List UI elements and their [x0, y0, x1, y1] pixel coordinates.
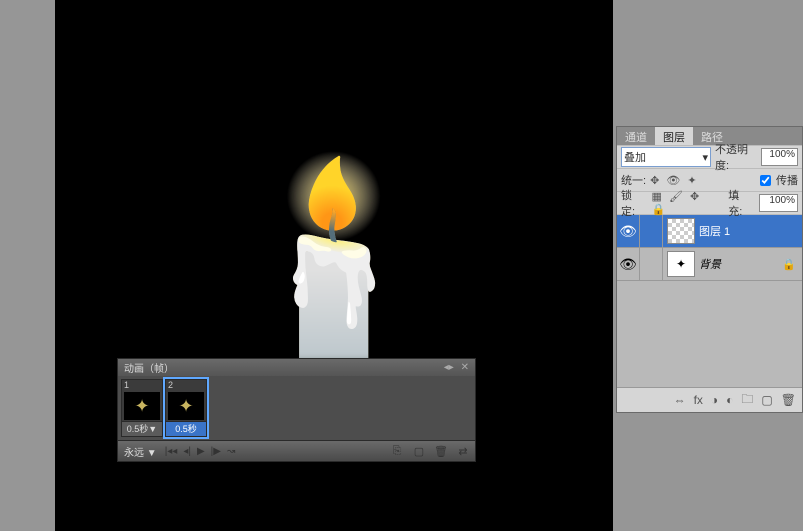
tween-button[interactable]: ↝ — [227, 446, 235, 457]
unify-style-icon[interactable]: ✦ — [687, 175, 696, 187]
first-frame-button[interactable]: |◂◂ — [165, 446, 178, 457]
layer-name[interactable]: 背景 — [699, 256, 782, 272]
animation-frame[interactable]: 1 ✦ 0.5秒▼ — [121, 379, 163, 437]
layer-row[interactable]: 👁 图层 1 — [617, 215, 802, 248]
frame-number: 2 — [166, 380, 206, 391]
tab-layers[interactable]: 图层 — [655, 127, 693, 145]
lock-position-icon[interactable]: ✥ — [690, 191, 699, 203]
animation-panel-title: 动画（帧） — [124, 360, 174, 375]
propagate-label: 传播 — [776, 172, 798, 188]
opacity-label: 不透明度: — [715, 141, 757, 173]
link-layers-button[interactable]: ⇔ — [674, 393, 686, 407]
link-column[interactable] — [640, 248, 663, 280]
blend-opacity-row: 叠加 ▾ 不透明度: 100% — [617, 145, 802, 168]
chevron-down-icon: ▾ — [702, 151, 708, 164]
lock-image-icon[interactable]: 🖌 — [669, 191, 683, 203]
layer-thumbnail[interactable] — [667, 218, 695, 244]
visibility-toggle[interactable]: 👁 — [617, 248, 640, 280]
tab-channels[interactable]: 通道 — [617, 127, 655, 145]
layers-footer: ⇔ fx ◑ ◐ 🗀 ▢ 🗑 — [617, 387, 802, 412]
panel-tabs: 通道 图层 路径 — [617, 127, 802, 145]
fill-label: 填充: — [728, 187, 752, 219]
loop-mode-select[interactable]: 永远 ▼ — [122, 444, 159, 459]
convert-timeline-button[interactable]: ⇄ — [455, 444, 471, 458]
new-layer-button[interactable]: ▢ — [761, 393, 772, 407]
animation-footer: 永远 ▼ |◂◂ ◂| ▶ |▶ ↝ ⎘ ▢ 🗑 ⇄ — [118, 440, 475, 461]
frame-thumbnail: ✦ — [168, 392, 204, 420]
opacity-input[interactable]: 100% — [761, 148, 798, 166]
propagate-checkbox[interactable] — [760, 175, 771, 186]
layer-mask-button[interactable]: ◑ — [711, 393, 718, 407]
lock-fill-row: 锁定: ▦ 🖌 ✥ 🔒 填充: 100% — [617, 191, 802, 215]
animation-frame[interactable]: 2 ✦ 0.5秒 — [165, 379, 207, 437]
frame-duration[interactable]: 0.5秒 — [166, 421, 206, 436]
visibility-toggle[interactable]: 👁 — [617, 215, 640, 247]
delete-frame-button[interactable]: 🗑 — [433, 444, 449, 458]
panel-menu-icon[interactable]: ◂▸ — [444, 362, 454, 373]
animation-panel: 动画（帧） ◂▸ ✕ 1 ✦ 0.5秒▼ 2 ✦ 0.5秒 永远 ▼ |◂◂ ◂… — [117, 358, 476, 462]
delete-layer-button[interactable]: 🗑 — [781, 393, 796, 407]
next-frame-button[interactable]: |▶ — [211, 446, 221, 457]
frame-thumbnail: ✦ — [124, 392, 160, 420]
layer-row[interactable]: 👁 ✦ 背景 🔒 — [617, 248, 802, 281]
group-button[interactable]: 🗀 — [741, 390, 753, 411]
frame-duration[interactable]: 0.5秒▼ — [122, 421, 162, 436]
duplicate-frame-button[interactable]: ⎘ — [389, 444, 405, 458]
layers-panel: 通道 图层 路径 叠加 ▾ 不透明度: 100% 统一: ✥ 👁 ✦ 传播 锁定… — [616, 126, 803, 413]
fill-input[interactable]: 100% — [759, 194, 798, 212]
animation-panel-header[interactable]: 动画（帧） ◂▸ ✕ — [118, 359, 475, 376]
layer-style-button[interactable]: fx — [694, 393, 703, 407]
unify-visibility-icon[interactable]: 👁 — [666, 175, 680, 187]
unify-position-icon[interactable]: ✥ — [650, 175, 659, 187]
layer-list: 👁 图层 1 👁 ✦ 背景 🔒 — [617, 215, 802, 387]
unify-label: 统一: — [621, 172, 646, 188]
blend-mode-select[interactable]: 叠加 ▾ — [621, 147, 711, 167]
play-button[interactable]: ▶ — [197, 446, 205, 457]
animation-frames-strip: 1 ✦ 0.5秒▼ 2 ✦ 0.5秒 — [118, 376, 475, 440]
frame-number: 1 — [122, 380, 162, 391]
lock-icon: 🔒 — [782, 258, 802, 271]
layer-name[interactable]: 图层 1 — [699, 223, 802, 239]
new-frame-button[interactable]: ▢ — [411, 444, 427, 458]
link-column[interactable] — [640, 215, 663, 247]
prev-frame-button[interactable]: ◂| — [183, 446, 191, 457]
layer-thumbnail[interactable]: ✦ — [667, 251, 695, 277]
panel-close-icon[interactable]: ✕ — [461, 362, 469, 373]
lock-transparent-icon[interactable]: ▦ — [651, 191, 661, 203]
adjustment-layer-button[interactable]: ◐ — [726, 393, 733, 407]
